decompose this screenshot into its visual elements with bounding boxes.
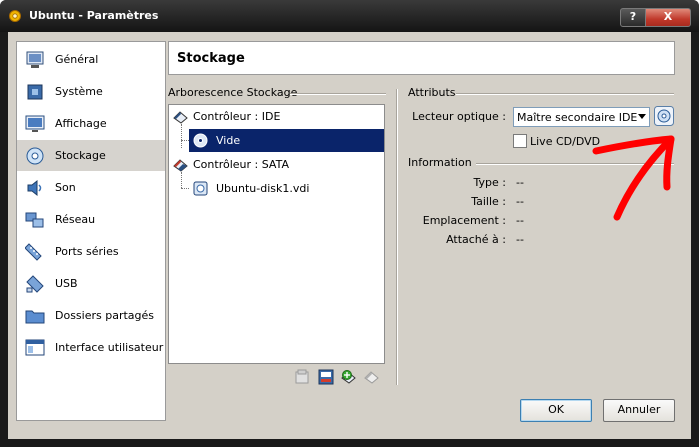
info-location-label: Emplacement : <box>422 214 506 227</box>
tree-item-label: Vide <box>216 134 241 147</box>
window-icon <box>25 339 45 356</box>
close-button[interactable]: X <box>645 8 691 27</box>
settings-window: Ubuntu - Paramètres ? X Général Système … <box>0 0 699 447</box>
sidebar-item-label: Affichage <box>55 117 107 130</box>
sidebar-item-user-interface[interactable]: Interface utilisateur <box>17 332 165 363</box>
sidebar-item-shared-folders[interactable]: Dossiers partagés <box>17 300 165 331</box>
sidebar-item-sound[interactable]: Son <box>17 172 165 203</box>
live-cd-label[interactable]: Live CD/DVD <box>530 135 600 148</box>
settings-sidebar: Général Système Affichage Stockage Son R… <box>16 41 166 421</box>
optical-disc-icon <box>193 133 208 148</box>
cancel-button[interactable]: Annuler <box>603 399 675 422</box>
add-controller-icon[interactable] <box>341 369 357 385</box>
panel-divider <box>396 89 398 385</box>
dialog-body: Général Système Affichage Stockage Son R… <box>8 32 691 439</box>
live-cd-checkbox[interactable] <box>513 134 527 148</box>
sidebar-item-general[interactable]: Général <box>17 44 165 75</box>
sidebar-item-label: Système <box>55 85 103 98</box>
sidebar-item-system[interactable]: Système <box>17 76 165 107</box>
information-title: Information <box>408 156 472 169</box>
sidebar-item-serial-ports[interactable]: Ports séries <box>17 236 165 267</box>
window-title: Ubuntu - Paramètres <box>29 9 159 22</box>
sidebar-item-network[interactable]: Réseau <box>17 204 165 235</box>
sidebar-item-label: Réseau <box>55 213 96 226</box>
controller-icon <box>173 159 188 172</box>
sidebar-item-label: Stockage <box>55 149 106 162</box>
optical-drive-value: Maître secondaire IDE <box>517 111 638 124</box>
optical-drive-select[interactable]: Maître secondaire IDE <box>513 107 650 127</box>
group-divider <box>290 93 386 95</box>
monitor-icon <box>26 51 44 68</box>
tree-item-label: Contrôleur : IDE <box>193 110 281 123</box>
remove-attachment-icon[interactable] <box>318 369 334 385</box>
info-size-label: Taille : <box>471 195 506 208</box>
choose-disc-icon[interactable] <box>654 106 674 126</box>
info-location-value: -- <box>516 214 524 227</box>
storage-tree-title: Arborescence Stockage <box>168 86 298 99</box>
tree-item-empty-drive[interactable]: Vide <box>169 129 384 152</box>
chevron-down-icon <box>638 114 646 119</box>
info-type-value: -- <box>516 176 524 189</box>
sidebar-item-storage[interactable]: Stockage <box>17 140 165 171</box>
group-divider <box>456 93 674 95</box>
sidebar-item-display[interactable]: Affichage <box>17 108 165 139</box>
sidebar-item-label: Général <box>55 53 99 66</box>
sidebar-item-label: Son <box>55 181 76 194</box>
info-attached-label: Attaché à : <box>446 233 506 246</box>
hard-disk-icon <box>193 181 208 196</box>
attributes-title: Attributs <box>408 86 456 99</box>
add-attachment-icon[interactable] <box>295 369 311 385</box>
ok-button[interactable]: OK <box>520 399 592 422</box>
gear-icon <box>9 10 21 22</box>
storage-tree[interactable]: Contrôleur : IDE Vide Contrôleur : SATA … <box>168 104 385 364</box>
folder-icon <box>25 310 45 324</box>
sidebar-item-usb[interactable]: USB <box>17 268 165 299</box>
display-icon <box>25 115 45 132</box>
tree-item-label: Ubuntu-disk1.vdi <box>216 182 310 195</box>
tree-item-label: Contrôleur : SATA <box>193 158 289 171</box>
group-divider <box>476 163 674 165</box>
info-type-label: Type : <box>473 176 506 189</box>
usb-icon <box>26 275 44 293</box>
tree-item-hard-disk[interactable]: Ubuntu-disk1.vdi <box>169 177 384 200</box>
info-size-value: -- <box>516 195 524 208</box>
page-header: Stockage <box>168 41 675 75</box>
optical-drive-label: Lecteur optique : <box>412 110 506 123</box>
remove-controller-icon[interactable] <box>364 369 380 385</box>
tree-item-controller-ide[interactable]: Contrôleur : IDE <box>169 105 384 128</box>
controller-icon <box>173 111 188 124</box>
sidebar-item-label: Interface utilisateur <box>55 341 164 354</box>
page-title: Stockage <box>177 51 245 66</box>
tree-item-controller-sata[interactable]: Contrôleur : SATA <box>169 153 384 176</box>
chip-icon <box>27 84 43 100</box>
serial-port-icon <box>25 243 42 261</box>
title-bar[interactable]: Ubuntu - Paramètres ? X <box>0 0 699 32</box>
speaker-icon <box>27 179 42 197</box>
network-icon <box>25 212 44 228</box>
sidebar-item-label: Dossiers partagés <box>55 309 155 322</box>
disk-icon <box>26 147 44 165</box>
sidebar-item-label: USB <box>55 277 78 290</box>
sidebar-item-label: Ports séries <box>55 245 119 258</box>
help-button[interactable]: ? <box>620 8 646 27</box>
info-attached-value: -- <box>516 233 524 246</box>
